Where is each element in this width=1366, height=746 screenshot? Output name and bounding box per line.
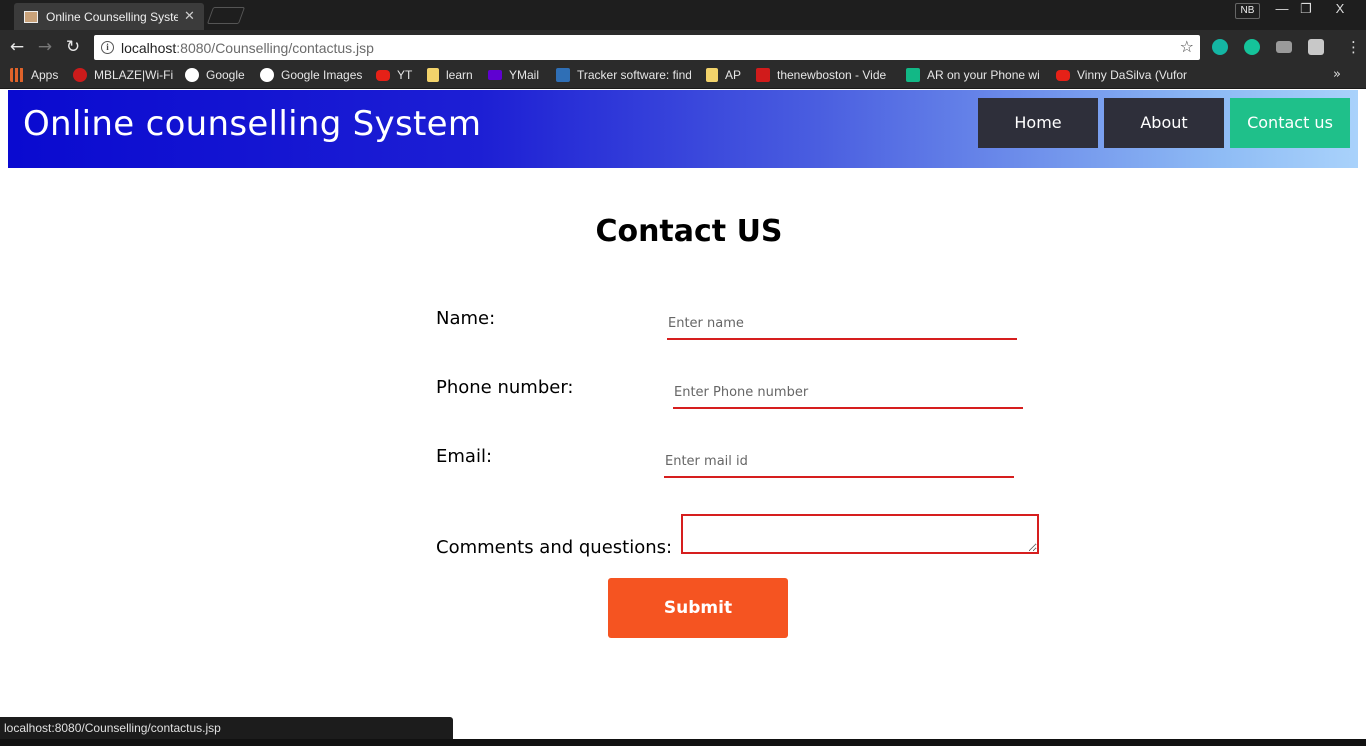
tracker-icon — [556, 68, 570, 82]
tab-title: Online Counselling Syste — [46, 9, 178, 24]
tab-close-icon[interactable]: ✕ — [184, 9, 195, 24]
comments-textarea[interactable] — [681, 514, 1039, 554]
url-path: :8080/Counselling/contactus.jsp — [176, 39, 374, 56]
apps-grid-icon — [10, 68, 24, 82]
google-icon — [260, 68, 274, 82]
close-window-button[interactable]: X — [1328, 0, 1352, 18]
bookmark-apps[interactable]: Apps — [10, 68, 58, 82]
opera-icon — [73, 68, 87, 82]
browser-menu-icon[interactable]: ⋮ — [1346, 39, 1361, 55]
url-host: localhost — [121, 39, 177, 56]
bookmark-google-images[interactable]: Google Images — [260, 68, 362, 82]
browser-tab[interactable]: Online Counselling Syste ✕ — [14, 3, 204, 30]
medium-icon — [906, 68, 920, 82]
name-input[interactable] — [667, 308, 1017, 340]
bookmarks-bar: Apps MBLAZE|Wi-Fi Google Google Images Y… — [0, 64, 1366, 89]
bookmark-label: Tracker software: find — [577, 68, 691, 82]
site-header: Online counselling System Home About Con… — [8, 90, 1358, 168]
browser-tab-bar: Online Counselling Syste ✕ NB — ❐ X — [0, 0, 1366, 30]
grammarly-icon[interactable] — [1244, 39, 1260, 55]
email-label: Email: — [436, 446, 493, 467]
bookmark-yt[interactable]: YT — [376, 68, 412, 82]
bookmark-label: Google — [206, 68, 245, 82]
bookmark-label: Apps — [31, 68, 59, 82]
bookmark-label: AR on your Phone wi — [927, 68, 1039, 82]
bookmark-label: Vinny DaSilva (Vufor — [1077, 68, 1188, 82]
comments-label: Comments and questions: — [436, 537, 673, 558]
taskbar — [0, 739, 1366, 746]
name-label: Name: — [436, 308, 496, 329]
profile-badge[interactable]: NB — [1235, 3, 1260, 19]
reload-icon[interactable]: ↻ — [62, 36, 84, 58]
folder-icon — [706, 68, 718, 82]
bookmark-label: learn — [446, 68, 473, 82]
mail-extension-icon[interactable] — [1276, 41, 1292, 53]
folder-icon — [427, 68, 439, 82]
bookmark-thenewboston[interactable]: thenewboston - Vide — [756, 68, 889, 82]
bookmark-star-icon[interactable]: ☆ — [1180, 37, 1194, 56]
bookmark-tracker[interactable]: Tracker software: find — [556, 68, 691, 82]
bookmarks-overflow-icon[interactable]: » — [1333, 67, 1341, 82]
bookmark-vinny[interactable]: Vinny DaSilva (Vufor — [1056, 68, 1189, 82]
google-icon — [185, 68, 199, 82]
thenewboston-icon — [756, 68, 770, 82]
url-text[interactable]: localhost:8080/Counselling/contactus.jsp — [121, 40, 374, 56]
bookmark-label: AP — [725, 68, 742, 82]
ymail-icon — [488, 70, 502, 80]
bookmark-ap[interactable]: AP — [706, 68, 741, 82]
youtube-icon — [1056, 69, 1070, 81]
cube-extension-icon[interactable] — [1308, 39, 1324, 55]
new-tab-button[interactable] — [206, 7, 246, 24]
phone-label: Phone number: — [436, 377, 574, 398]
bookmark-ymail[interactable]: YMail — [488, 68, 539, 82]
bookmark-label: YT — [397, 68, 413, 82]
browser-toolbar: ← → ↻ i localhost:8080/Counselling/conta… — [0, 30, 1366, 64]
address-bar[interactable]: i localhost:8080/Counselling/contactus.j… — [94, 35, 1200, 60]
back-icon[interactable]: ← — [6, 36, 28, 58]
extension-m-icon[interactable] — [1212, 39, 1228, 55]
restore-button[interactable]: ❐ — [1294, 0, 1318, 18]
submit-button[interactable]: Submit — [608, 578, 788, 638]
status-url: localhost:8080/Counselling/contactus.jsp — [0, 717, 453, 739]
bookmark-mblaze[interactable]: MBLAZE|Wi-Fi — [73, 68, 173, 82]
bookmark-label: YMail — [509, 68, 540, 82]
page-title: Contact US — [595, 214, 783, 249]
minimize-button[interactable]: — — [1270, 0, 1294, 18]
site-title: Online counselling System — [23, 104, 482, 144]
nav-contact-us[interactable]: Contact us — [1230, 98, 1350, 148]
nav-home[interactable]: Home — [978, 98, 1098, 148]
bookmark-learn[interactable]: learn — [427, 68, 473, 82]
phone-input[interactable] — [673, 377, 1023, 409]
bookmark-label: thenewboston - Vide — [777, 68, 887, 82]
bookmark-ar-phone[interactable]: AR on your Phone wi — [906, 68, 1039, 82]
page-favicon-icon — [24, 10, 38, 23]
nav-about[interactable]: About — [1104, 98, 1224, 148]
bookmark-label: MBLAZE|Wi-Fi — [94, 68, 174, 82]
email-input[interactable] — [664, 446, 1014, 478]
bookmark-google[interactable]: Google — [185, 68, 245, 82]
site-info-icon[interactable]: i — [101, 41, 114, 54]
forward-icon[interactable]: → — [34, 36, 56, 58]
bookmark-label: Google Images — [281, 68, 363, 82]
youtube-icon — [376, 69, 390, 81]
